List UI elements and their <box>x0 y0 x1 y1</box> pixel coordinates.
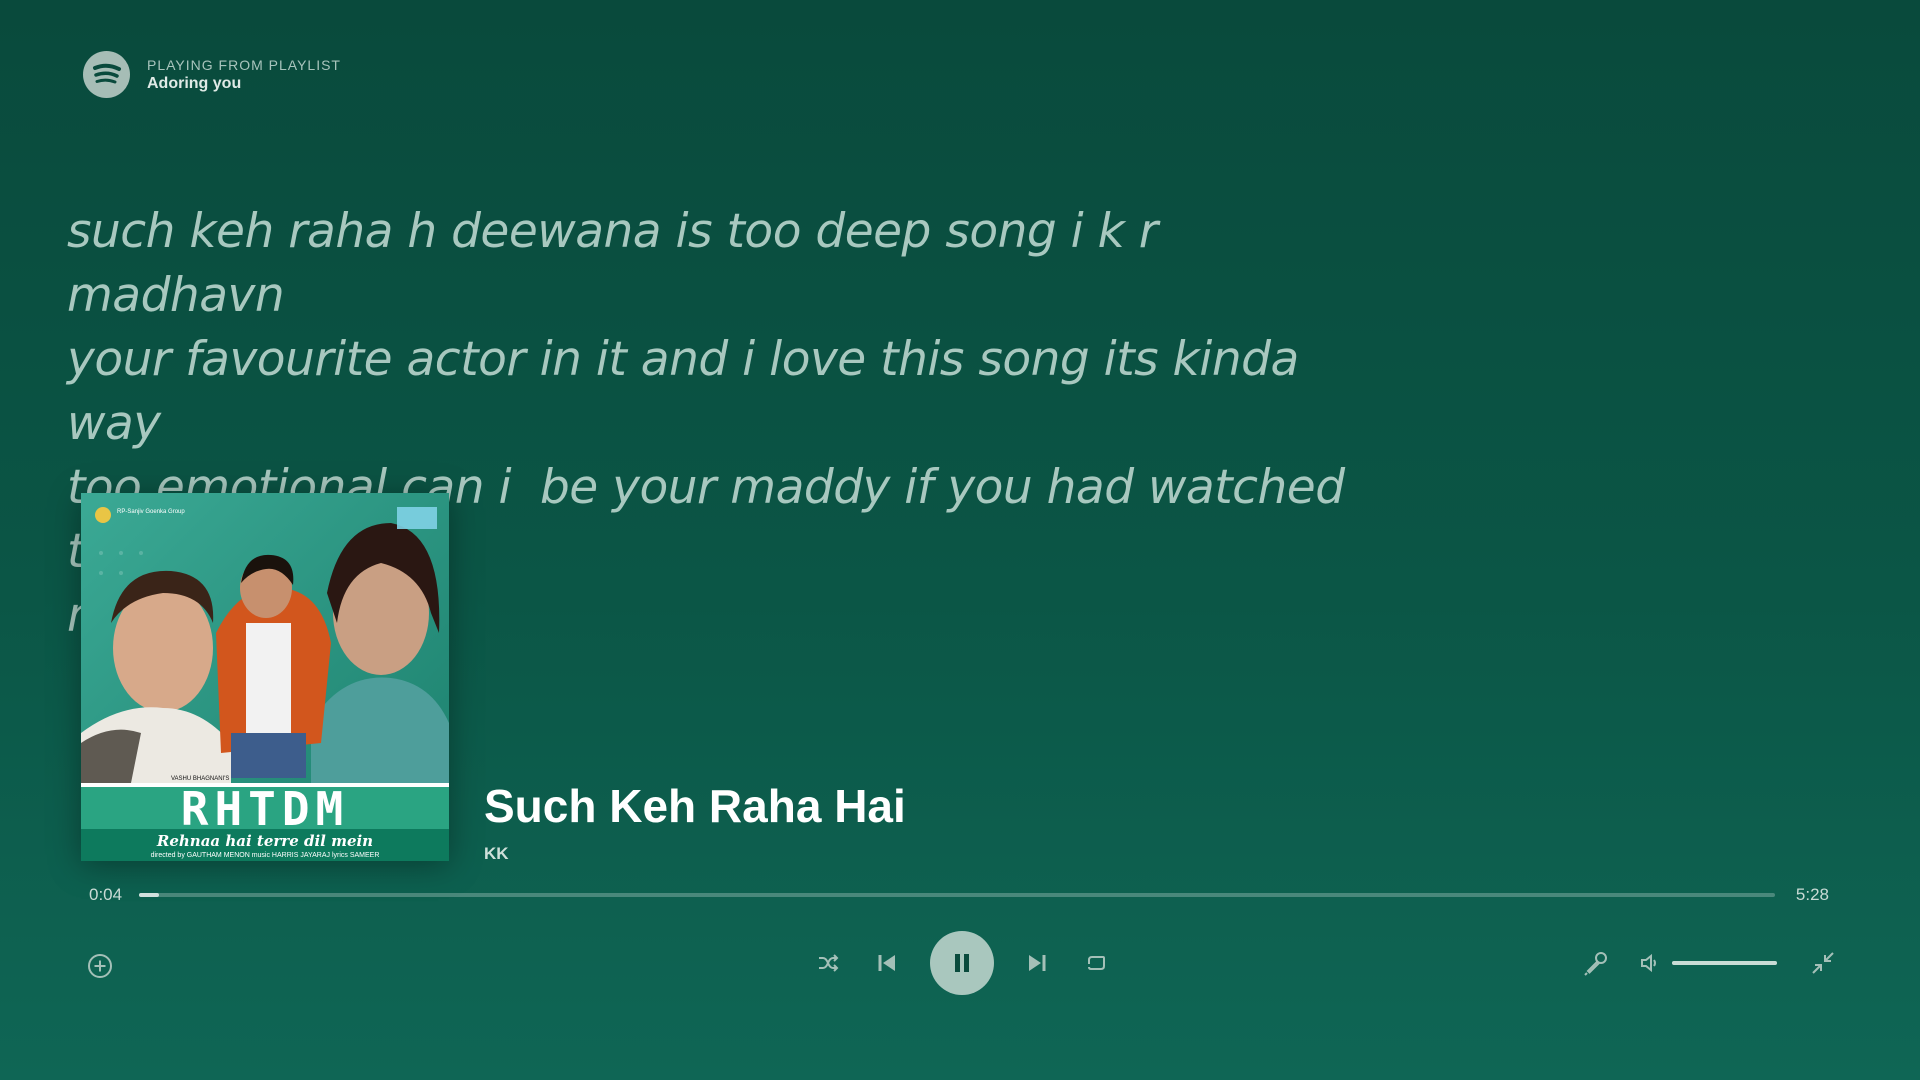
volume-icon[interactable] <box>1634 947 1666 979</box>
skip-next-icon[interactable] <box>1021 947 1053 979</box>
skip-previous-icon[interactable] <box>871 947 903 979</box>
album-credits-text: directed by GAUTHAM MENON music HARRIS J… <box>151 852 380 859</box>
duration-time: 5:28 <box>1795 885 1829 904</box>
progress-bar[interactable] <box>139 893 1775 897</box>
pause-icon[interactable] <box>930 931 994 995</box>
extra-controls <box>1580 947 1839 979</box>
spotify-logo-icon[interactable] <box>83 51 130 98</box>
microphone-icon[interactable] <box>1580 947 1612 979</box>
add-circle-icon[interactable] <box>84 950 116 982</box>
elapsed-time: 0:04 <box>89 885 123 904</box>
album-logo-text: RHTDM <box>181 782 349 836</box>
album-subtitle-text: Rehnaa hai terre dil mein <box>156 832 373 850</box>
album-cover: RP-Sanjiv Goenka Group VASHU BHAGNANI'S … <box>81 493 449 861</box>
playlist-name-link[interactable]: Adoring you <box>147 74 341 94</box>
track-info: Such Keh Raha Hai KK <box>484 778 906 864</box>
playback-controls <box>812 931 1112 995</box>
volume-slider-fill <box>1672 961 1777 965</box>
repeat-icon[interactable] <box>1080 947 1112 979</box>
volume-slider[interactable] <box>1672 961 1777 965</box>
playing-from-label: PLAYING FROM PLAYLIST <box>147 56 341 73</box>
minimize-icon[interactable] <box>1807 947 1839 979</box>
shuffle-icon[interactable] <box>812 947 844 979</box>
track-title[interactable]: Such Keh Raha Hai <box>484 778 906 834</box>
track-artist[interactable]: KK <box>484 844 906 864</box>
playback-progress: 0:04 5:28 <box>89 883 1829 907</box>
progress-bar-fill <box>139 893 159 897</box>
label-top-text: RP-Sanjiv Goenka Group <box>117 509 185 515</box>
now-playing-header: PLAYING FROM PLAYLIST Adoring you <box>83 51 341 98</box>
